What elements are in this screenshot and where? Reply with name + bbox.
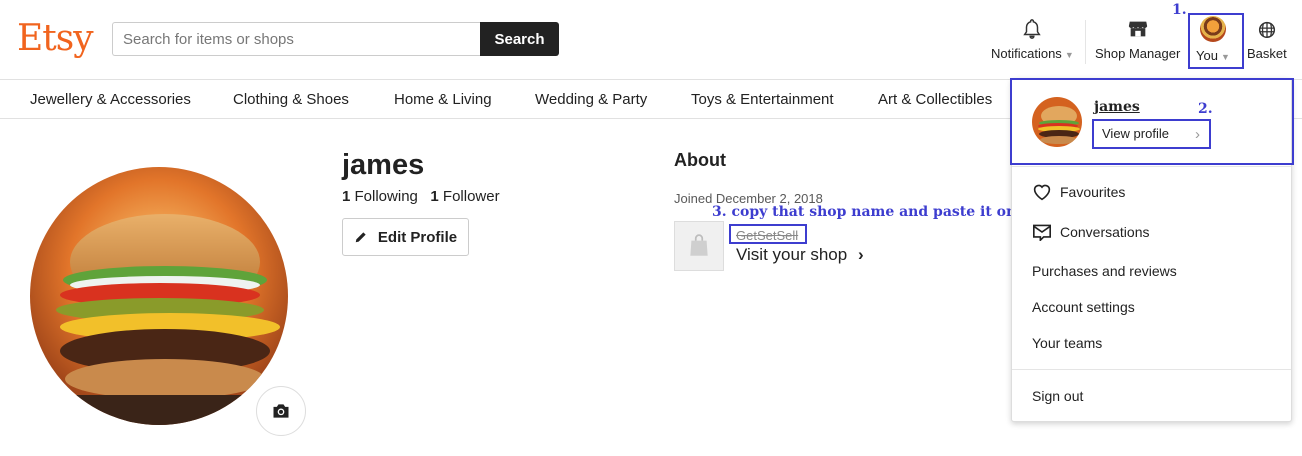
shop-bag-icon xyxy=(690,234,708,256)
search-button[interactable]: Search xyxy=(480,22,559,56)
envelope-icon xyxy=(1033,224,1051,241)
profile-name: james xyxy=(342,149,425,181)
visit-shop-label: Visit your shop xyxy=(736,245,848,264)
follower-count: 1 xyxy=(430,188,439,205)
annotation-box-shop-name xyxy=(729,224,807,244)
dropdown-divider xyxy=(1012,369,1291,370)
heart-icon xyxy=(1033,184,1051,201)
shop-manager-button[interactable]: Shop Manager xyxy=(1095,18,1180,61)
annotation-box-you xyxy=(1188,13,1244,69)
follow-stats: 1 Following 1 Follower xyxy=(342,188,500,205)
burger-image xyxy=(30,167,288,425)
etsy-logo[interactable]: Etsy xyxy=(17,18,94,59)
dropdown-divider xyxy=(1012,166,1291,167)
nav-item-clothing[interactable]: Clothing & Shoes xyxy=(233,91,349,108)
profile-avatar xyxy=(30,167,288,425)
following-link[interactable]: Following xyxy=(355,188,418,205)
shop-manager-label: Shop Manager xyxy=(1095,46,1181,61)
menu-item-account-settings[interactable]: Account settings xyxy=(1032,299,1135,315)
nav-item-toys[interactable]: Toys & Entertainment xyxy=(691,91,834,108)
menu-item-purchases[interactable]: Purchases and reviews xyxy=(1032,263,1177,279)
search-input[interactable] xyxy=(112,22,480,56)
follower-link[interactable]: Follower xyxy=(443,188,500,205)
following-count: 1 xyxy=(342,188,351,205)
shop-thumbnail[interactable] xyxy=(674,221,724,271)
basket-label: Basket xyxy=(1247,46,1287,61)
annotation-step-2: 2. xyxy=(1198,101,1213,117)
nav-item-wedding[interactable]: Wedding & Party xyxy=(535,91,647,108)
shop-icon xyxy=(1128,21,1147,37)
nav-item-home[interactable]: Home & Living xyxy=(394,91,492,108)
change-photo-button[interactable] xyxy=(256,386,306,436)
search-bar: Search xyxy=(112,22,559,56)
nav-item-jewellery[interactable]: Jewellery & Accessories xyxy=(30,91,191,108)
notifications-button[interactable]: Notifications ▼ xyxy=(991,18,1074,61)
menu-item-your-teams[interactable]: Your teams xyxy=(1032,335,1102,351)
edit-profile-label: Edit Profile xyxy=(377,228,458,246)
pencil-icon xyxy=(355,232,366,243)
nav-item-art[interactable]: Art & Collectibles xyxy=(878,91,992,108)
sign-out-link[interactable]: Sign out xyxy=(1032,388,1083,404)
basket-button[interactable]: Basket xyxy=(1247,18,1287,61)
camera-icon xyxy=(273,404,289,418)
annotation-step-1: 1. xyxy=(1172,2,1187,18)
caret-down-icon: ▼ xyxy=(1064,50,1074,60)
annotation-step-3: 3. copy that shop name and paste it on a… xyxy=(712,204,1050,220)
menu-item-label: Favourites xyxy=(1060,184,1126,200)
menu-item-label: Conversations xyxy=(1060,224,1150,240)
visit-shop-link[interactable]: Visit your shop › xyxy=(736,245,864,265)
notifications-label: Notifications xyxy=(991,46,1062,61)
basket-icon xyxy=(1258,21,1275,38)
bell-icon xyxy=(1023,19,1042,39)
header-divider xyxy=(1085,20,1086,64)
about-heading: About xyxy=(674,150,726,170)
edit-profile-button[interactable]: Edit Profile xyxy=(342,218,469,256)
chevron-right-icon: › xyxy=(857,245,864,264)
menu-item-conversations[interactable]: Conversations xyxy=(1032,223,1150,241)
menu-item-favourites[interactable]: Favourites xyxy=(1032,183,1125,201)
annotation-box-view-profile xyxy=(1092,119,1211,149)
